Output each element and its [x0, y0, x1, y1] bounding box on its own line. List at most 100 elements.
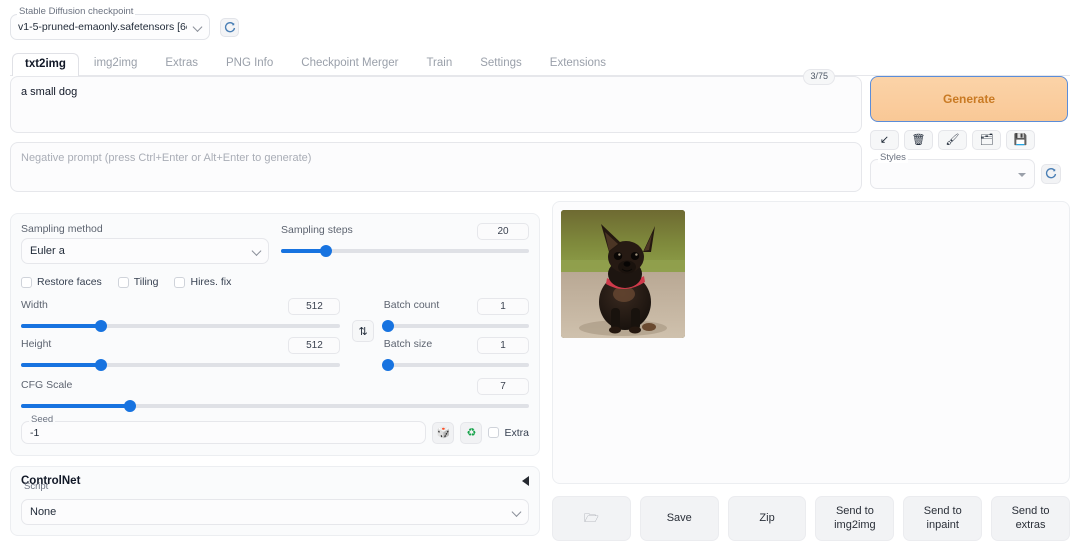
seed-row: Seed -1 🎲 ♻ Extra [21, 414, 529, 444]
restore-faces-label: Restore faces [37, 276, 102, 288]
controlnet-panel: ControlNet Script None [10, 466, 540, 536]
controlnet-header[interactable]: ControlNet [21, 475, 529, 487]
hires-fix-checkbox[interactable]: Hires. fix [174, 276, 231, 288]
save-floppy-icon-button[interactable]: 💾 [1006, 130, 1035, 150]
tab-train[interactable]: Train [413, 52, 465, 76]
batch-group: Batch count 1 Batch size 1 [382, 298, 529, 371]
tab-extensions[interactable]: Extensions [537, 52, 619, 76]
sampling-method-label: Sampling method [21, 223, 103, 235]
height-label: Height [21, 338, 52, 350]
send-to-inpaint-button[interactable]: Send to inpaint [903, 496, 983, 541]
tab-checkpoint-merger[interactable]: Checkpoint Merger [288, 52, 411, 76]
styles-row: Styles [870, 152, 1070, 189]
extra-label: Extra [504, 426, 529, 439]
batch-size-value[interactable]: 1 [477, 337, 529, 354]
checkpoint-dropdown[interactable]: Stable Diffusion checkpoint v1-5-pruned-… [10, 6, 210, 40]
cfg-scale-label: CFG Scale [21, 379, 73, 391]
prompt-stack: 3/75 a small dog Negative prompt (press … [10, 69, 862, 192]
dice-icon-button[interactable]: 🎲 [432, 421, 455, 444]
styles-dropdown[interactable]: Styles [870, 152, 1035, 189]
send-to-extras-button[interactable]: Send to extras [991, 496, 1070, 541]
generate-button[interactable]: Generate [870, 76, 1068, 122]
sampling-steps-slider[interactable] [281, 245, 529, 257]
sampler-row: Sampling method Euler a Sampling steps 2… [21, 223, 529, 264]
arrow-down-left-icon-button[interactable]: ↙ [870, 130, 899, 150]
sampling-method-dropdown[interactable]: Euler a [21, 238, 269, 264]
width-label: Width [21, 299, 48, 311]
width-slider[interactable] [21, 320, 341, 332]
tab-png-info[interactable]: PNG Info [213, 52, 286, 76]
toggles-row: Restore faces Tiling Hires. fix [21, 276, 529, 288]
checkbox-box [488, 427, 500, 438]
recycle-icon-button[interactable]: ♻ [460, 421, 483, 444]
result-column: 🗁 Save Zip Send to img2img Send to inpai… [552, 201, 1070, 541]
send-to-img2img-button[interactable]: Send to img2img [815, 496, 895, 541]
chevron-down-icon [1018, 173, 1026, 177]
batch-count-slider[interactable] [382, 320, 529, 332]
negative-prompt-placeholder: Negative prompt (press Ctrl+Enter or Alt… [21, 152, 312, 164]
script-value: None [30, 506, 57, 518]
tab-img2img[interactable]: img2img [81, 52, 150, 76]
chevron-down-icon [253, 247, 262, 256]
sampling-method-group: Sampling method Euler a [21, 223, 269, 264]
result-gallery-panel [552, 201, 1070, 484]
prompt-input[interactable]: 3/75 a small dog [10, 69, 862, 133]
extra-checkbox[interactable]: Extra [488, 427, 529, 439]
width-height-group: Width 512 Height 512 [21, 298, 341, 371]
checkpoint-refresh-button[interactable] [220, 18, 239, 37]
styles-label: Styles [878, 152, 908, 163]
main-tabs: txt2img img2img Extras PNG Info Checkpoi… [10, 50, 1070, 76]
settings-column: Sampling method Euler a Sampling steps 2… [10, 201, 540, 541]
cfg-scale-slider[interactable] [21, 400, 529, 412]
script-dropdown[interactable]: Script None [21, 481, 529, 525]
hires-fix-label: Hires. fix [190, 276, 232, 288]
folder-button[interactable]: 🗁 [552, 496, 631, 541]
sampling-steps-group: Sampling steps 20 [281, 223, 529, 257]
checkbox-box [21, 276, 32, 288]
checkpoint-row: Stable Diffusion checkpoint v1-5-pruned-… [10, 6, 1070, 40]
height-value[interactable]: 512 [288, 337, 341, 354]
batch-count-value[interactable]: 1 [477, 298, 529, 315]
prompt-row: 3/75 a small dog Negative prompt (press … [10, 69, 1070, 192]
seed-input[interactable]: Seed -1 [21, 414, 427, 444]
clipboard-icon-button[interactable]: 🗂 [972, 130, 1001, 150]
chevron-down-icon [513, 508, 522, 517]
cfg-scale-value[interactable]: 7 [477, 378, 529, 395]
tab-txt2img[interactable]: txt2img [12, 52, 79, 76]
token-counter: 3/75 [803, 69, 835, 85]
refresh-icon [224, 21, 235, 32]
tiling-label: Tiling [133, 276, 159, 288]
checkbox-box [117, 276, 129, 288]
restore-faces-checkbox[interactable]: Restore faces [21, 276, 102, 288]
tab-extras[interactable]: Extras [152, 52, 211, 76]
generated-image-thumbnail[interactable] [561, 210, 685, 338]
checkpoint-value: v1-5-pruned-emaonly.safetensors [6ce0161… [18, 21, 187, 33]
negative-prompt-input[interactable]: Negative prompt (press Ctrl+Enter or Alt… [10, 142, 862, 192]
trash-icon-button[interactable]: 🗑 [904, 130, 933, 150]
checkbox-box [174, 276, 186, 288]
width-value[interactable]: 512 [288, 298, 341, 315]
batch-size-label: Batch size [383, 338, 433, 350]
generate-column: Generate ↙ 🗑 🖌 🗂 💾 Styles [870, 76, 1070, 192]
batch-count-label: Batch count [383, 299, 440, 311]
generation-settings-panel: Sampling method Euler a Sampling steps 2… [10, 213, 540, 456]
batch-size-slider[interactable] [382, 359, 529, 371]
paintbrush-icon-button[interactable]: 🖌 [938, 130, 967, 150]
cfg-scale-group: CFG Scale 7 [21, 378, 529, 412]
save-button[interactable]: Save [639, 496, 719, 541]
sampling-method-value: Euler a [30, 245, 65, 257]
checkpoint-label: Stable Diffusion checkpoint [17, 6, 136, 17]
chevron-down-icon [194, 23, 203, 32]
swap-dimensions-button[interactable]: ⇅ [352, 320, 374, 342]
zip-button[interactable]: Zip [727, 496, 807, 541]
seed-value: -1 [30, 426, 40, 439]
height-slider[interactable] [21, 359, 341, 371]
tab-settings[interactable]: Settings [467, 52, 535, 76]
collapse-arrow-icon [522, 476, 529, 486]
prompt-text: a small dog [21, 86, 78, 98]
sampling-steps-value[interactable]: 20 [477, 223, 529, 240]
sampling-steps-label: Sampling steps [281, 224, 353, 236]
styles-refresh-button[interactable] [1041, 164, 1061, 184]
result-actions: 🗁 Save Zip Send to img2img Send to inpai… [552, 496, 1070, 541]
tiling-checkbox[interactable]: Tiling [117, 276, 159, 288]
